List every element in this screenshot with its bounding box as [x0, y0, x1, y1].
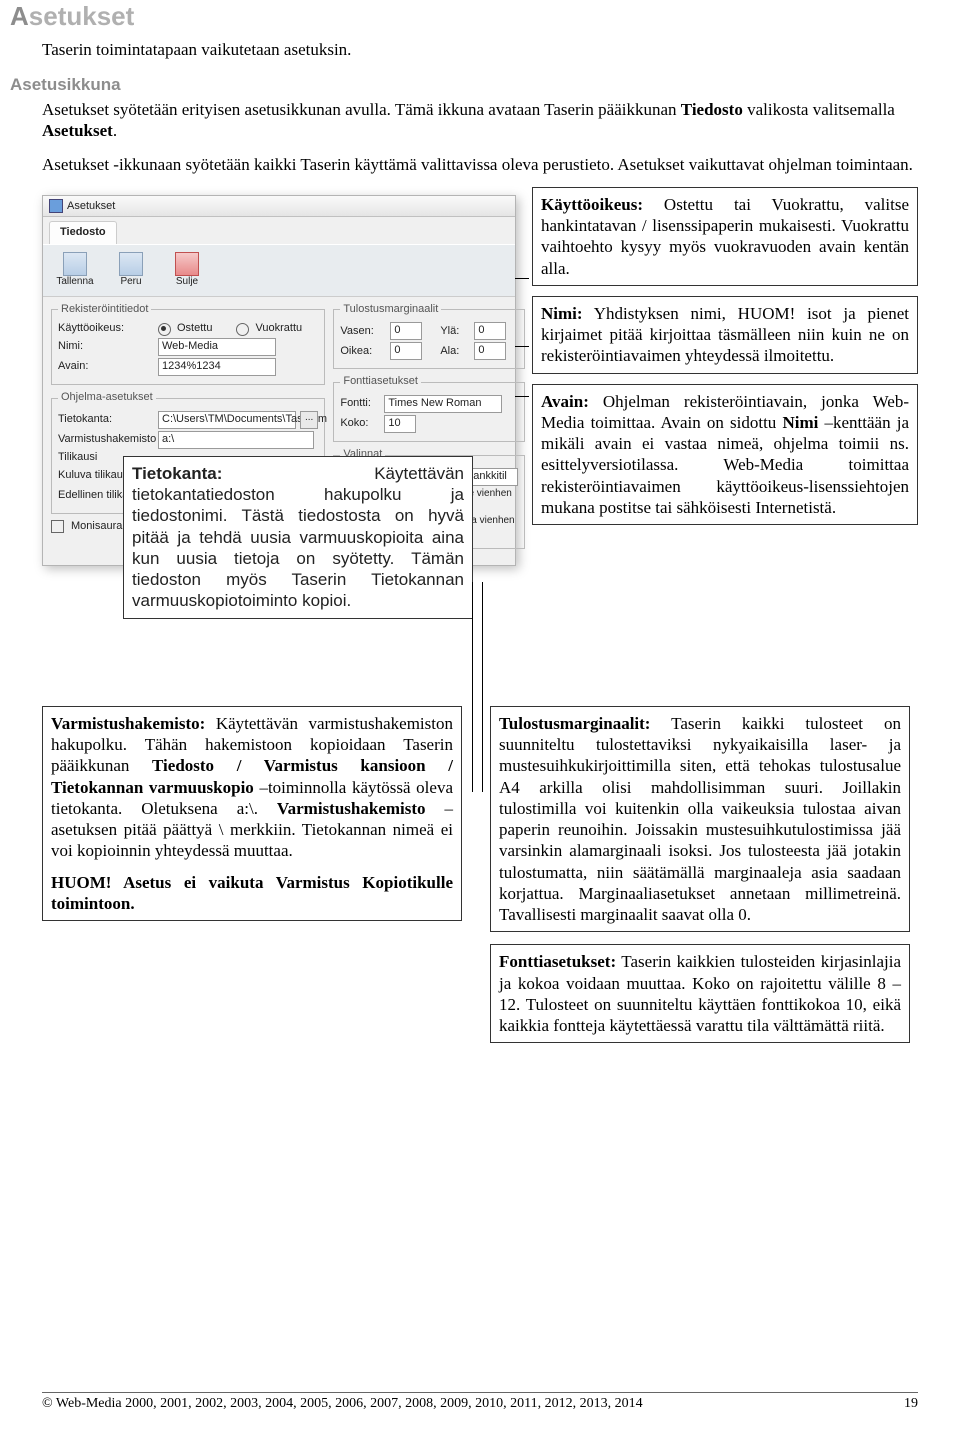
font-input[interactable]: Times New Roman [384, 395, 502, 413]
margin-top-input[interactable]: 0 [474, 322, 506, 340]
footer-copyright: © Web-Media 2000, 2001, 2002, 2003, 2004… [42, 1395, 643, 1413]
radio-rented[interactable] [236, 323, 249, 336]
callout-varmistushakemisto: Varmistushakemisto: Käytettävän varmistu… [42, 706, 462, 921]
backup-path-input[interactable]: a:\ [158, 431, 314, 449]
tab-tiedosto[interactable]: Tiedosto [49, 221, 117, 244]
settings-window-screenshot: Asetukset Tiedosto Tallenna Peru Sulje R… [42, 195, 516, 566]
name-input[interactable]: Web-Media [158, 338, 276, 356]
radio-bought[interactable] [158, 323, 171, 336]
callout-fonttiasetukset: Fonttiasetukset: Taserin kaikkien tulost… [490, 944, 910, 1043]
page-number: 19 [904, 1395, 918, 1413]
section-heading-asetusikkuna: Asetusikkuna [10, 74, 918, 95]
group-margins: Tulostusmarginaalit Vasen:0Ylä:0 Oikea:0… [333, 303, 525, 370]
intro-text-1: Taserin toimintatapaan vaikutetaan asetu… [42, 39, 918, 60]
margin-right-input[interactable]: 0 [390, 342, 422, 360]
group-font: Fonttiasetukset Fontti:Times New Roman K… [333, 375, 525, 442]
font-size-input[interactable]: 10 [384, 415, 416, 433]
floppy-icon [63, 252, 87, 276]
undo-button[interactable]: Peru [105, 249, 157, 292]
page-title: Asetukset [10, 0, 918, 33]
undo-icon [119, 252, 143, 276]
callout-tietokanta: Tietokanta: Tietokanta: Käytettävän tiet… [123, 456, 473, 619]
callout-nimi: Nimi: Yhdistyksen nimi, HUOM! isot ja pi… [532, 296, 918, 374]
margin-left-input[interactable]: 0 [390, 322, 422, 340]
margin-bottom-input[interactable]: 0 [474, 342, 506, 360]
key-input[interactable]: 1234%1234 [158, 358, 276, 376]
callout-avain: Avain: Ohjelman rekisteröintiavain, jonk… [532, 384, 918, 526]
multi-checkbox[interactable] [51, 520, 64, 533]
browse-db-button[interactable]: ... [300, 411, 318, 429]
callout-kayttooikeus: Käyttöoikeus: Ostettu tai Vuokrattu, val… [532, 187, 918, 286]
callout-tulostusmarginaalit: Tulostusmarginaalit: Taserin kaikki tulo… [490, 706, 910, 933]
intro-text-2: Asetukset syötetään erityisen asetusikku… [42, 99, 918, 142]
group-registration: Rekisteröintitiedot Käyttöoikeus: Ostett… [51, 303, 325, 386]
close-icon [175, 252, 199, 276]
intro-text-3: Asetukset -ikkunaan syötetään kaikki Tas… [42, 154, 918, 175]
save-button[interactable]: Tallenna [49, 249, 101, 292]
close-button[interactable]: Sulje [161, 249, 213, 292]
db-path-input[interactable]: C:\Users\TM\Documents\Taseri\m [158, 411, 296, 429]
